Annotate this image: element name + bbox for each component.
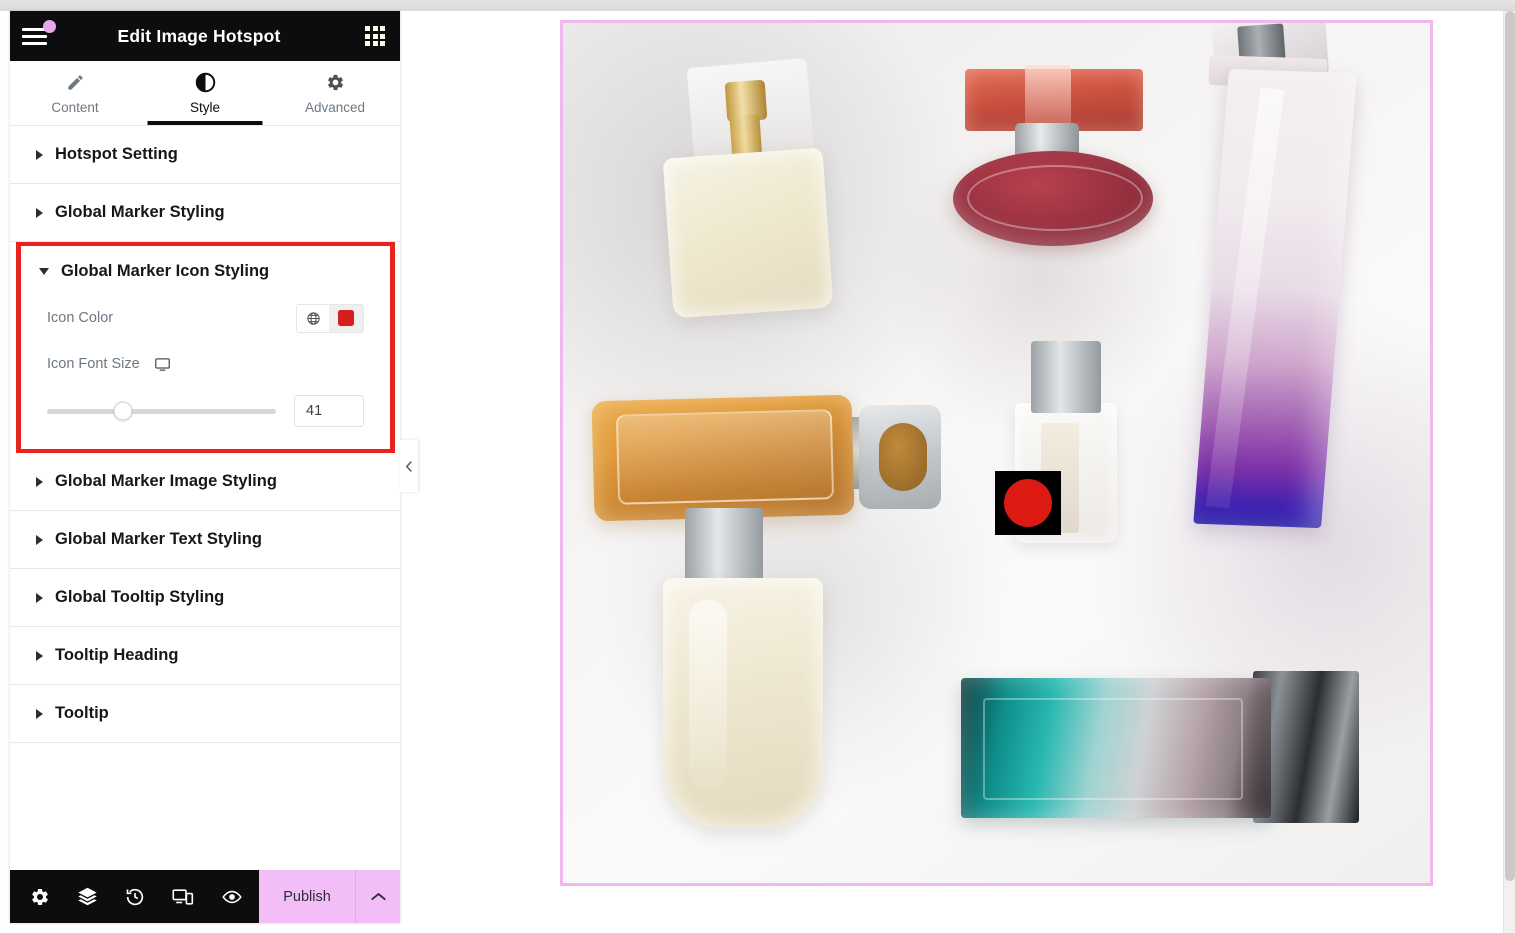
pencil-icon <box>66 72 85 94</box>
publish-button[interactable]: Publish <box>259 870 355 923</box>
panel-tabs: Content Style Advanced <box>10 61 400 126</box>
gear-icon <box>326 72 345 94</box>
bottle-tall-cream-cap <box>685 508 763 586</box>
elementor-editor-window: Edit Image Hotspot Content Style Advance… <box>0 0 1515 933</box>
section-hotspot-setting-label: Hotspot Setting <box>55 145 178 163</box>
icon-color-swatch-button[interactable] <box>329 304 363 332</box>
gear-icon[interactable] <box>30 887 50 907</box>
section-global-marker-icon-styling-label: Global Marker Icon Styling <box>61 262 270 280</box>
chevron-right-icon <box>36 149 43 160</box>
contrast-half-circle-icon <box>195 72 216 94</box>
section-global-tooltip-styling: Global Tooltip Styling <box>10 569 400 627</box>
icon-color-row: Icon Color <box>47 295 364 341</box>
panel-title: Edit Image Hotspot <box>117 25 281 46</box>
chevron-right-icon <box>36 592 43 603</box>
hamburger-bar <box>21 41 47 45</box>
panel-collapse-handle[interactable] <box>400 440 418 492</box>
tab-content[interactable]: Content <box>10 61 140 125</box>
icon-font-size-slider[interactable] <box>47 401 276 421</box>
icon-font-size-input[interactable] <box>294 395 364 427</box>
notification-dot <box>43 20 56 33</box>
icon-color-label: Icon Color <box>47 310 114 326</box>
panel-sections: Hotspot Setting Global Marker Styling Gl… <box>10 126 400 870</box>
bottle-amber-cap-window <box>879 423 927 491</box>
section-global-marker-icon-styling: Global Marker Icon Styling Icon Color Ic… <box>16 242 395 453</box>
chevron-right-icon <box>36 650 43 661</box>
image-hotspot-widget[interactable] <box>560 20 1433 886</box>
panel-footer: Publish <box>10 870 400 923</box>
icon-font-size-row: Icon Font Size <box>47 341 364 387</box>
icon-color-swatch <box>338 310 354 326</box>
editor-settings-panel: Edit Image Hotspot Content Style Advance… <box>10 11 400 923</box>
tab-advanced[interactable]: Advanced <box>270 61 400 125</box>
section-global-marker-image-styling-header[interactable]: Global Marker Image Styling <box>10 453 400 510</box>
bottle-small-clear-cap <box>1031 341 1101 413</box>
icon-font-size-label: Icon Font Size <box>47 356 140 372</box>
section-hotspot-setting-header[interactable]: Hotspot Setting <box>10 126 400 183</box>
section-tooltip-label: Tooltip <box>55 704 109 722</box>
section-tooltip-heading-label: Tooltip Heading <box>55 646 179 664</box>
section-global-marker-image-styling: Global Marker Image Styling <box>10 453 400 511</box>
section-global-marker-icon-styling-header[interactable]: Global Marker Icon Styling <box>21 246 390 295</box>
hamburger-menu-button[interactable] <box>10 11 58 61</box>
tab-advanced-label: Advanced <box>304 99 366 115</box>
chevron-left-icon <box>405 460 412 472</box>
section-global-marker-text-styling: Global Marker Text Styling <box>10 511 400 569</box>
tab-style[interactable]: Style <box>140 61 270 125</box>
slider-thumb[interactable] <box>113 401 133 421</box>
panel-header: Edit Image Hotspot <box>10 11 400 61</box>
chevron-right-icon <box>36 708 43 719</box>
bottle-tall-cream-body <box>663 578 823 828</box>
chevron-right-icon <box>36 534 43 545</box>
chevron-up-icon <box>370 892 386 900</box>
layers-icon[interactable] <box>77 886 98 907</box>
apps-grid-icon <box>365 26 385 46</box>
tab-content-label: Content <box>51 99 99 115</box>
preview-canvas <box>410 11 1505 933</box>
browser-chrome-bar <box>0 0 1515 11</box>
section-global-marker-styling-label: Global Marker Styling <box>55 203 225 221</box>
chevron-right-icon <box>36 476 43 487</box>
icon-font-size-slider-row <box>47 395 364 427</box>
section-global-marker-icon-styling-body: Icon Color Icon Font Size 41 <box>21 295 390 449</box>
section-global-marker-image-styling-label: Global Marker Image Styling <box>55 472 277 490</box>
preview-eye-icon[interactable] <box>221 887 243 907</box>
bottle-purple-body <box>1193 68 1357 529</box>
section-global-marker-text-styling-header[interactable]: Global Marker Text Styling <box>10 511 400 568</box>
hotspot-marker-dot <box>1004 479 1052 527</box>
responsive-devices-icon[interactable] <box>172 887 194 907</box>
bottle-cream-body <box>662 147 834 319</box>
footer-icon-group <box>10 870 259 923</box>
section-global-marker-text-styling-label: Global Marker Text Styling <box>55 530 262 548</box>
chevron-right-icon <box>36 207 43 218</box>
apps-grid-button[interactable] <box>350 11 400 61</box>
globe-icon[interactable] <box>297 304 329 332</box>
page-scrollbar-thumb[interactable] <box>1505 11 1515 881</box>
section-tooltip-header[interactable]: Tooltip <box>10 685 400 742</box>
bottle-amber-body <box>591 394 855 522</box>
page-scrollbar[interactable] <box>1503 11 1515 933</box>
section-hotspot-setting: Hotspot Setting <box>10 126 400 184</box>
desktop-monitor-icon[interactable] <box>154 356 171 373</box>
bottle-teal-body <box>961 678 1271 818</box>
tab-style-label: Style <box>189 99 220 115</box>
hamburger-bar <box>21 34 47 38</box>
section-global-marker-styling-header[interactable]: Global Marker Styling <box>10 184 400 241</box>
bottle-red-body <box>953 151 1153 246</box>
section-global-marker-styling: Global Marker Styling <box>10 184 400 242</box>
perfume-bottles-photo <box>563 23 1430 883</box>
history-revisions-icon[interactable] <box>125 887 145 907</box>
icon-color-control <box>296 303 364 333</box>
bottle-red-cap-glass <box>1025 65 1071 131</box>
section-tooltip: Tooltip <box>10 685 400 743</box>
chevron-down-icon <box>39 268 49 275</box>
section-tooltip-heading: Tooltip Heading <box>10 627 400 685</box>
publish-options-button[interactable] <box>355 870 400 923</box>
section-tooltip-heading-header[interactable]: Tooltip Heading <box>10 627 400 684</box>
section-global-tooltip-styling-label: Global Tooltip Styling <box>55 588 225 606</box>
hotspot-marker[interactable] <box>995 471 1061 535</box>
section-global-tooltip-styling-header[interactable]: Global Tooltip Styling <box>10 569 400 626</box>
